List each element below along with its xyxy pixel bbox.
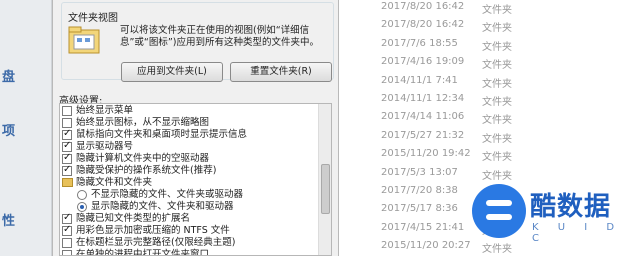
modified-date: 2017/4/14 11:06 — [381, 111, 465, 123]
modified-date: 2017/5/27 21:32 — [381, 129, 465, 141]
watermark-brand: 酷数据 — [530, 192, 612, 222]
modified-date: 2014/11/1 12:34 — [381, 93, 465, 104]
modified-date: 2017/5/3 13:07 — [381, 166, 458, 178]
scrollbar-thumb[interactable] — [321, 164, 330, 214]
folder-view-group: 文件夹视图 可以将该文件夹正在使用的视图(例如“详细信息”或“图标”)应用到所有… — [61, 2, 334, 82]
setting-label: 隐藏受保护的操作系统文件(推荐) — [76, 165, 217, 176]
strip-text: 盘 — [2, 70, 16, 85]
setting-label: 显示驱动器号 — [76, 141, 134, 152]
folder-icon — [62, 178, 73, 187]
watermark-logo-bar — [486, 200, 512, 206]
setting-label: 显示隐藏的文件、文件夹和驱动器 — [91, 201, 234, 212]
setting-checkbox[interactable] — [62, 250, 72, 255]
setting-label: 隐藏计算机文件夹中的空驱动器 — [76, 153, 210, 164]
folder-view-icon — [68, 26, 100, 54]
folder-options-dialog: 文件夹视图 可以将该文件夹正在使用的视图(例如“详细信息”或“图标”)应用到所有… — [52, 0, 339, 256]
modified-date: 2015/11/20 20:27 — [381, 240, 471, 252]
modified-date: 2014/11/1 7:41 — [381, 74, 458, 86]
file-type: 文件夹 — [482, 41, 512, 53]
setting-label: 隐藏已知文件类型的扩展名 — [76, 213, 191, 224]
modified-date: 2015/11/20 19:42 — [381, 148, 471, 160]
setting-checkbox[interactable] — [62, 224, 72, 236]
file-list-row[interactable]: 2014/11/1 12:34 文件夹 — [339, 93, 640, 113]
folder-view-description: 可以将该文件夹正在使用的视图(例如“详细信息”或“图标”)应用到所有这种类型的文… — [120, 25, 319, 48]
setting-checkbox[interactable] — [62, 238, 72, 248]
apply-to-folders-button[interactable]: 应用到文件夹(L) — [121, 62, 223, 82]
file-type: 文件夹 — [482, 60, 512, 72]
setting-checkbox[interactable] — [62, 212, 72, 224]
setting-label: 隐藏文件和文件夹 — [76, 177, 153, 188]
file-list-row[interactable]: 2017/4/14 11:06 文件夹 — [339, 111, 640, 131]
folder-view-title: 文件夹视图 — [68, 13, 118, 24]
file-type: 文件夹 — [482, 78, 512, 90]
setting-label: 在单独的进程中打开文件夹窗口 — [76, 249, 210, 256]
setting-checkbox[interactable] — [62, 128, 72, 140]
modified-date: 2017/5/17 8:36 — [381, 203, 458, 215]
file-type: 文件夹 — [482, 152, 512, 164]
file-list-row[interactable]: 2015/11/20 19:42 文件夹 — [339, 148, 640, 168]
strip-text: 性 — [2, 214, 16, 229]
file-type: 文件夹 — [482, 5, 512, 16]
setting-label: 始终显示菜单 — [76, 105, 134, 116]
file-type: 文件夹 — [482, 133, 512, 145]
file-list-row[interactable]: 2017/8/20 16:42 文件夹 — [339, 1, 640, 21]
setting-checkbox[interactable] — [62, 106, 72, 116]
watermark-subtitle: K U I D C — [532, 222, 623, 244]
file-type: 文件夹 — [482, 170, 512, 182]
setting-label: 不显示隐藏的文件、文件夹或驱动器 — [91, 189, 244, 200]
file-type: 文件夹 — [482, 23, 512, 35]
modified-date: 2017/7/6 18:55 — [381, 37, 458, 49]
setting-label: 鼠标指向文件夹和桌面项时显示提示信息 — [76, 129, 248, 140]
file-type: 文件夹 — [482, 244, 512, 256]
setting-checkbox[interactable] — [62, 140, 72, 152]
setting-radio[interactable] — [77, 190, 87, 200]
file-list-row[interactable]: 2014/11/1 7:41 文件夹 — [339, 75, 640, 95]
advanced-settings-tree[interactable]: 始终显示菜单始终显示图标，从不显示缩略图鼠标指向文件夹和桌面项时显示提示信息显示… — [59, 103, 332, 256]
file-list-row[interactable]: 2017/4/16 19:09 文件夹 — [339, 56, 640, 76]
file-list-row[interactable]: 2017/7/6 18:55 文件夹 — [339, 38, 640, 58]
modified-date: 2017/4/16 19:09 — [381, 56, 465, 68]
modified-date: 2017/4/15 21:41 — [381, 221, 465, 233]
reset-folders-button[interactable]: 重置文件夹(R) — [230, 62, 332, 82]
file-list-row[interactable]: 2017/8/20 16:42 文件夹 — [339, 19, 640, 39]
modified-date: 2017/8/20 16:42 — [381, 19, 465, 31]
setting-checkbox[interactable] — [62, 164, 72, 176]
watermark-logo-icon — [472, 184, 526, 238]
file-list-row[interactable]: 2017/5/3 13:07 文件夹 — [339, 167, 640, 187]
setting-checkbox[interactable] — [62, 118, 72, 128]
modified-date: 2017/8/20 16:42 — [381, 1, 465, 12]
setting-label: 始终显示图标，从不显示缩略图 — [76, 117, 210, 128]
setting-checkbox[interactable] — [62, 152, 72, 164]
file-list-row[interactable]: 2017/5/27 21:32 文件夹 — [339, 130, 640, 150]
setting-label: 用彩色显示加密或压缩的 NTFS 文件 — [76, 225, 230, 236]
setting-label: 在标题栏显示完整路径(仅限经典主题) — [76, 237, 236, 248]
modified-date: 2017/7/20 8:38 — [381, 185, 458, 196]
file-type: 文件夹 — [482, 115, 512, 127]
tree-scrollbar[interactable] — [318, 104, 331, 255]
strip-text: 项 — [2, 124, 16, 139]
watermark-logo-bar — [486, 214, 512, 220]
file-type: 文件夹 — [482, 97, 512, 108]
background-window-strip: 盘 项 性 — [0, 0, 52, 256]
setting-radio[interactable] — [77, 202, 87, 212]
